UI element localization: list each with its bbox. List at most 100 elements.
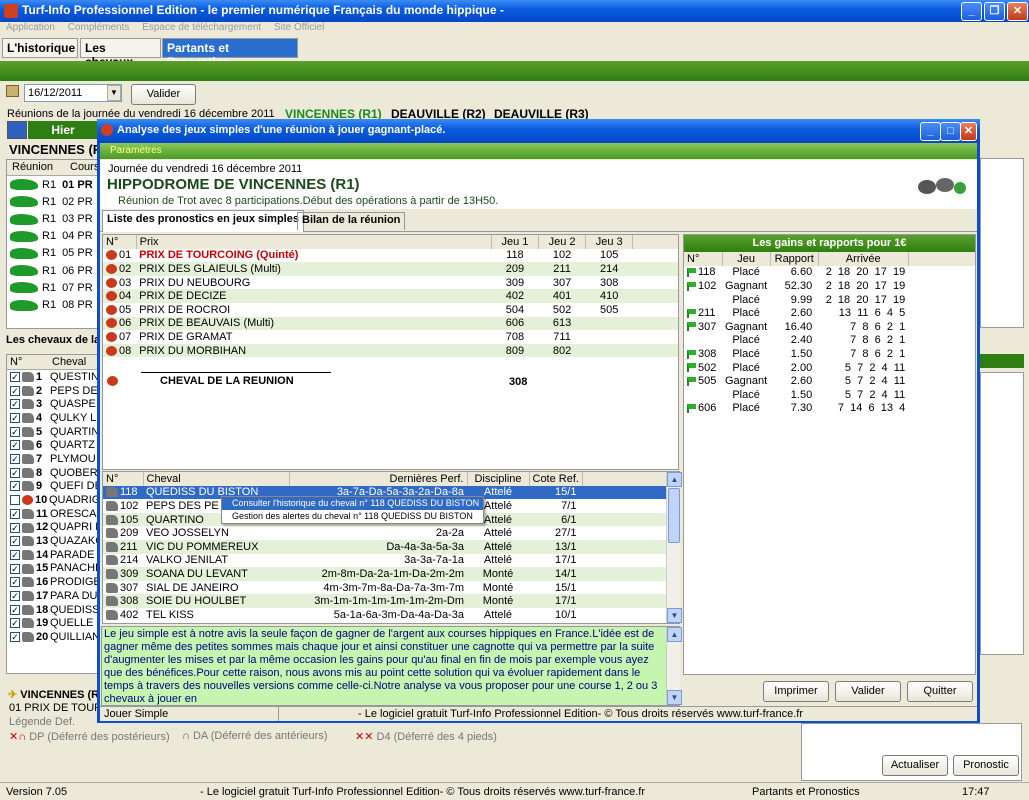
actualiser-button[interactable]: Actualiser: [882, 755, 948, 776]
cheval-left-row[interactable]: ✓ 9 QUEFI DE: [7, 480, 106, 494]
prix-row[interactable]: 06 PRIX DE BEAUVAIS (Multi) 606 613: [103, 316, 678, 331]
reunion-row[interactable]: R1 08 PR: [7, 296, 96, 313]
cheval-left-row[interactable]: ✓ 4 QULKY L: [7, 411, 106, 425]
close-button[interactable]: ✕: [1007, 2, 1028, 21]
checkbox[interactable]: ✓: [10, 413, 20, 423]
cheval-left-cell: ✓ 4 QULKY L: [7, 411, 106, 425]
calendar-nav-icon[interactable]: [7, 121, 27, 139]
cheval-left-row[interactable]: ✓ 17 PARA DU: [7, 589, 106, 603]
checkbox[interactable]: ✓: [10, 481, 20, 492]
checkbox[interactable]: [10, 495, 20, 506]
chevaux-scrollbar[interactable]: ▲ ▼: [666, 472, 682, 623]
checkbox[interactable]: ✓: [10, 536, 20, 547]
checkbox[interactable]: ✓: [10, 440, 20, 451]
tab-partants-pronostics[interactable]: Partants et Pronostics: [162, 38, 298, 69]
menu-telechargement[interactable]: Espace de téléchargement: [142, 22, 261, 33]
scroll-thumb[interactable]: [668, 488, 680, 543]
checkbox[interactable]: ✓: [10, 454, 20, 465]
prix-row[interactable]: 03 PRIX DU NEUBOURG 309 307 308: [103, 276, 678, 290]
dialog-maximize-button[interactable]: □: [940, 122, 961, 141]
prix-row[interactable]: 05 PRIX DE ROCROI 504 502 505: [103, 303, 678, 317]
checkbox[interactable]: ✓: [10, 385, 20, 396]
checkbox[interactable]: ✓: [10, 522, 20, 533]
pronostic-button[interactable]: Pronostic: [953, 755, 1019, 776]
checkbox[interactable]: ✓: [10, 467, 20, 478]
checkbox[interactable]: ✓: [10, 577, 20, 588]
context-historique-item[interactable]: Consulter l'historique du cheval n° 118 …: [222, 497, 483, 510]
quitter-button[interactable]: Quitter: [907, 681, 973, 702]
dialog-menu-parametres[interactable]: Paramètres: [100, 143, 977, 159]
calendar-icon[interactable]: [6, 85, 19, 97]
prix-row[interactable]: 02 PRIX DES GLAIEULS (Multi) 209 211 214: [103, 262, 678, 276]
reunion-row[interactable]: R1 04 PR: [7, 228, 96, 245]
cheval-left-row[interactable]: ✓ 6 QUARTZ: [7, 438, 106, 452]
tab-chevaux[interactable]: Les chevaux: [80, 38, 161, 69]
restore-button[interactable]: ❐: [984, 2, 1005, 21]
chev-row[interactable]: 209 VEO JOSSELYN 2a-2a Attelé 27/1: [103, 526, 666, 540]
imprimer-button[interactable]: Imprimer: [763, 681, 829, 702]
checkbox[interactable]: ✓: [10, 508, 20, 519]
menu-application[interactable]: Application: [6, 22, 55, 33]
checkbox[interactable]: ✓: [10, 399, 20, 410]
cheval-left-row[interactable]: ✓ 5 QUARTIN: [7, 425, 106, 439]
cheval-left-row[interactable]: ✓ 13 QUAZAKC: [7, 534, 106, 548]
dialog-minimize-button[interactable]: _: [920, 122, 941, 141]
chevron-down-icon[interactable]: ▼: [107, 85, 121, 101]
cheval-left-row[interactable]: ✓ 12 QUAPRI D: [7, 521, 106, 535]
cheval-left-row[interactable]: ✓ 1 QUESTIN: [7, 370, 106, 384]
checkbox[interactable]: ✓: [10, 632, 20, 642]
checkbox[interactable]: ✓: [10, 549, 20, 560]
note-scroll-up-icon[interactable]: ▲: [667, 627, 682, 642]
prix-row[interactable]: 04 PRIX DE DECIZE 402 401 410: [103, 289, 678, 303]
tab-historique[interactable]: L'historique: [2, 38, 78, 58]
cheval-left-row[interactable]: ✓ 7 PLYMOU: [7, 452, 106, 466]
checkbox[interactable]: ✓: [10, 371, 20, 382]
checkbox[interactable]: ✓: [10, 590, 20, 601]
cheval-left-row[interactable]: ✓ 20 QUILLIAN: [7, 630, 106, 644]
cheval-left-row[interactable]: ✓ 14 PARADE: [7, 548, 106, 562]
chev-row[interactable]: 309 SOANA DU LEVANT 2m-8m-Da-2a-1m-Da-2m-2…: [103, 567, 666, 581]
cheval-left-row[interactable]: ✓ 2 PEPS DE: [7, 384, 106, 398]
cheval-left-row[interactable]: ✓ 19 QUELLE: [7, 616, 106, 630]
scroll-up-icon[interactable]: ▲: [667, 472, 682, 487]
cheval-left-row[interactable]: ✓ 15 PANACHI: [7, 562, 106, 576]
chev-perf: 3m-1m-1m-1m-1m-1m-2m-Dm: [289, 594, 467, 608]
note-scroll-down-icon[interactable]: ▼: [667, 690, 682, 705]
prix-row[interactable]: 01 PRIX DE TOURCOING (Quinté) 118 102 105: [103, 249, 678, 263]
checkbox[interactable]: ✓: [10, 618, 20, 629]
checkbox[interactable]: ✓: [10, 563, 20, 574]
cheval-left-row[interactable]: ✓ 11 ORESCA: [7, 507, 106, 521]
cheval-left-row[interactable]: ✓ 16 PRODIGE: [7, 575, 106, 589]
checkbox[interactable]: ✓: [10, 426, 20, 437]
note-scrollbar[interactable]: ▲ ▼: [666, 627, 682, 705]
tab-bilan-reunion[interactable]: Bilan de la réunion: [297, 212, 406, 230]
reunion-row[interactable]: R1 06 PR: [7, 262, 96, 279]
prix-row[interactable]: 08 PRIX DU MORBIHAN 809 802: [103, 343, 678, 358]
reunion-row[interactable]: R1 07 PR: [7, 279, 96, 296]
chev-row[interactable]: 307 SIAL DE JANEIRO 4m-3m-7m-8a-Da-7a-3m-7…: [103, 581, 666, 595]
scroll-down-icon[interactable]: ▼: [667, 608, 682, 623]
reunion-row[interactable]: R1 05 PR: [7, 245, 96, 262]
reunion-row[interactable]: R1 02 PR: [7, 193, 96, 210]
menu-complements[interactable]: Compléments: [68, 22, 130, 33]
cheval-left-row[interactable]: ✓ 3 QUASPE: [7, 397, 106, 411]
chev-row[interactable]: 214 VALKO JENILAT 3a-3a-7a-1a Attelé 17/1: [103, 554, 666, 568]
cheval-left-row[interactable]: ✓ 8 QUOBER: [7, 466, 106, 480]
dialog-close-button[interactable]: ✕: [960, 122, 977, 141]
reunion-row[interactable]: R1 03 PR: [7, 210, 96, 227]
chev-row[interactable]: 308 SOIE DU HOULBET 3m-1m-1m-1m-1m-1m-2m-D…: [103, 594, 666, 608]
prix-row[interactable]: 07 PRIX DE GRAMAT 708 711: [103, 330, 678, 344]
reunion-row[interactable]: R1 01 PR: [7, 176, 96, 193]
cheval-left-row[interactable]: 10 QUADRIG: [7, 493, 106, 507]
dialog-valider-button[interactable]: Valider: [835, 681, 901, 702]
date-validate-button[interactable]: Valider: [131, 84, 196, 105]
menu-site-officiel[interactable]: Site Officiel: [274, 22, 324, 33]
cheval-left-row[interactable]: ✓ 18 QUEDISS: [7, 603, 106, 617]
minimize-button[interactable]: _: [961, 2, 982, 21]
context-alertes-item[interactable]: Gestion des alertes du cheval n° 118 QUE…: [222, 510, 483, 523]
hier-button[interactable]: Hier: [28, 121, 98, 139]
checkbox[interactable]: ✓: [10, 604, 20, 615]
tab-liste-pronostics[interactable]: Liste des pronostics en jeux simples: [102, 210, 304, 232]
chev-row[interactable]: 211 VIC DU POMMEREUX Da-4a-3a-5a-3a Attelé 1…: [103, 539, 666, 554]
chev-row[interactable]: 402 TEL KISS 5a-1a-6a-3m-Da-4a-Da-3a Attelé…: [103, 608, 666, 622]
